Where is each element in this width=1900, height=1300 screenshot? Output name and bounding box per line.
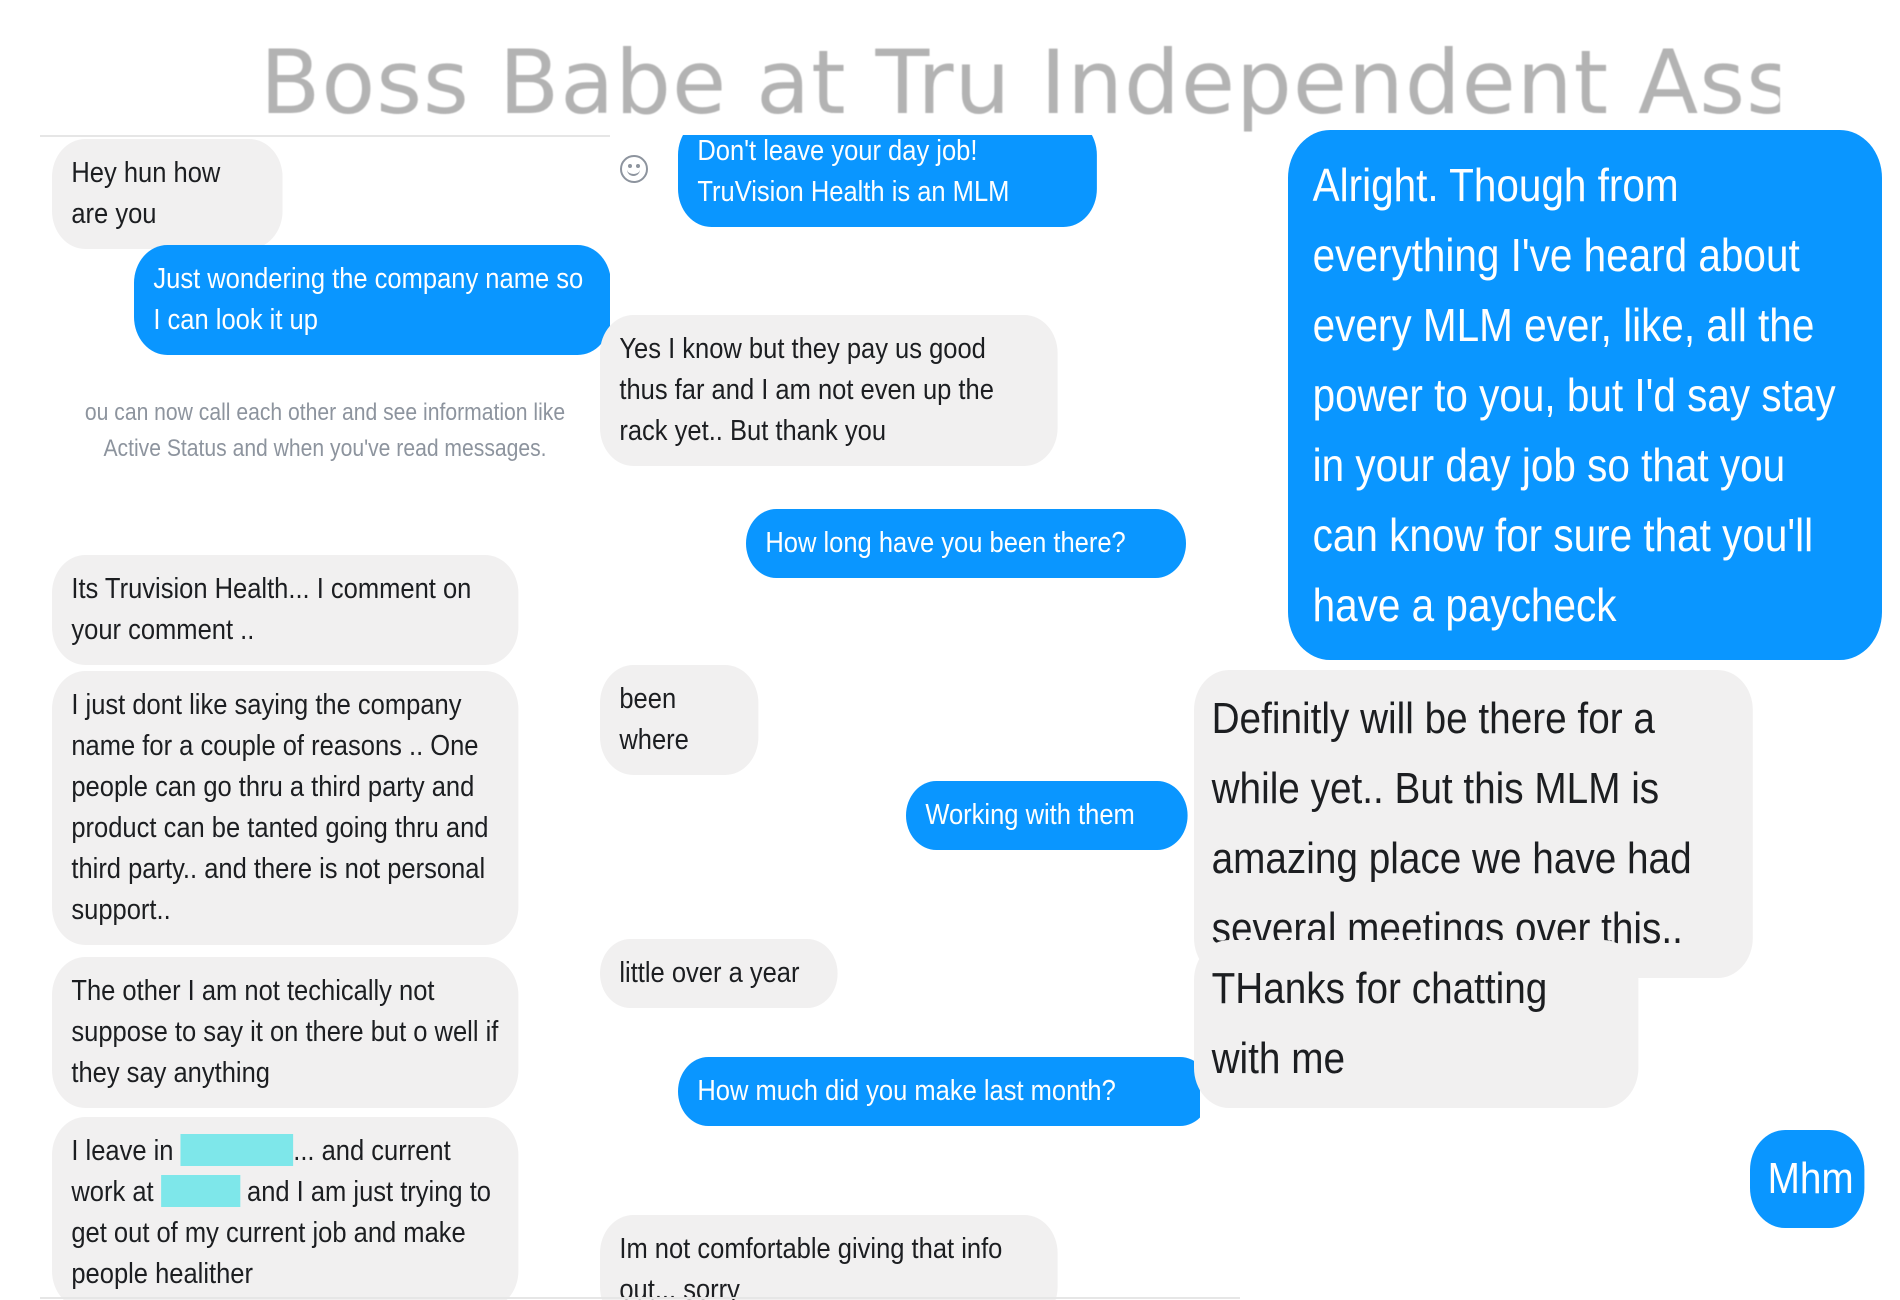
redacted-text-part: I leave in: [71, 1135, 174, 1167]
message-incoming-redacted: I leave in ... and current work at and I…: [52, 1117, 519, 1300]
message-outgoing: How much did you make last month?: [678, 1057, 1200, 1126]
active-status-notice: ou can now call each other and see infor…: [84, 399, 566, 462]
message-incoming: Definitly will be there for a while yet.…: [1194, 670, 1753, 978]
message-incoming: been where: [600, 665, 759, 775]
message-outgoing: Alright. Though from everything I've hea…: [1288, 130, 1882, 660]
message-incoming: Its Truvision Health... I comment on you…: [52, 555, 519, 665]
message-outgoing: Working with them: [906, 781, 1188, 850]
message-outgoing: How long have you been there?: [746, 509, 1186, 578]
message-incoming: little over a year: [600, 939, 838, 1008]
message-outgoing: Just wondering the company name so I can…: [134, 245, 610, 355]
message-outgoing: Don't leave your day job! TruVision Heal…: [678, 135, 1097, 227]
divider-bottom: [40, 1297, 1240, 1299]
redaction-box: [180, 1134, 294, 1166]
message-incoming: The other I am not techically not suppos…: [52, 957, 519, 1108]
message-incoming: Im not comfortable giving that info out.…: [600, 1215, 1058, 1300]
conversation-title: Boss Babe at Tru Independent Associate ‹: [260, 31, 1780, 134]
chat-panel-left: Hey hun how are you Just wondering the c…: [40, 135, 610, 1300]
chat-panel-middle: Don't leave your day job! TruVision Heal…: [600, 135, 1200, 1300]
message-outgoing: Mhm: [1750, 1130, 1865, 1228]
message-incoming: Yes I know but they pay us good thus far…: [600, 315, 1058, 466]
message-incoming: THanks for chatting with me: [1194, 940, 1639, 1108]
smiley-icon[interactable]: [620, 155, 648, 183]
message-incoming: Hey hun how are you: [52, 139, 283, 249]
redaction-box: [160, 1175, 240, 1207]
chat-panel-right: Alright. Though from everything I've hea…: [1190, 130, 1900, 1300]
message-incoming: I just dont like saying the company name…: [52, 671, 519, 945]
